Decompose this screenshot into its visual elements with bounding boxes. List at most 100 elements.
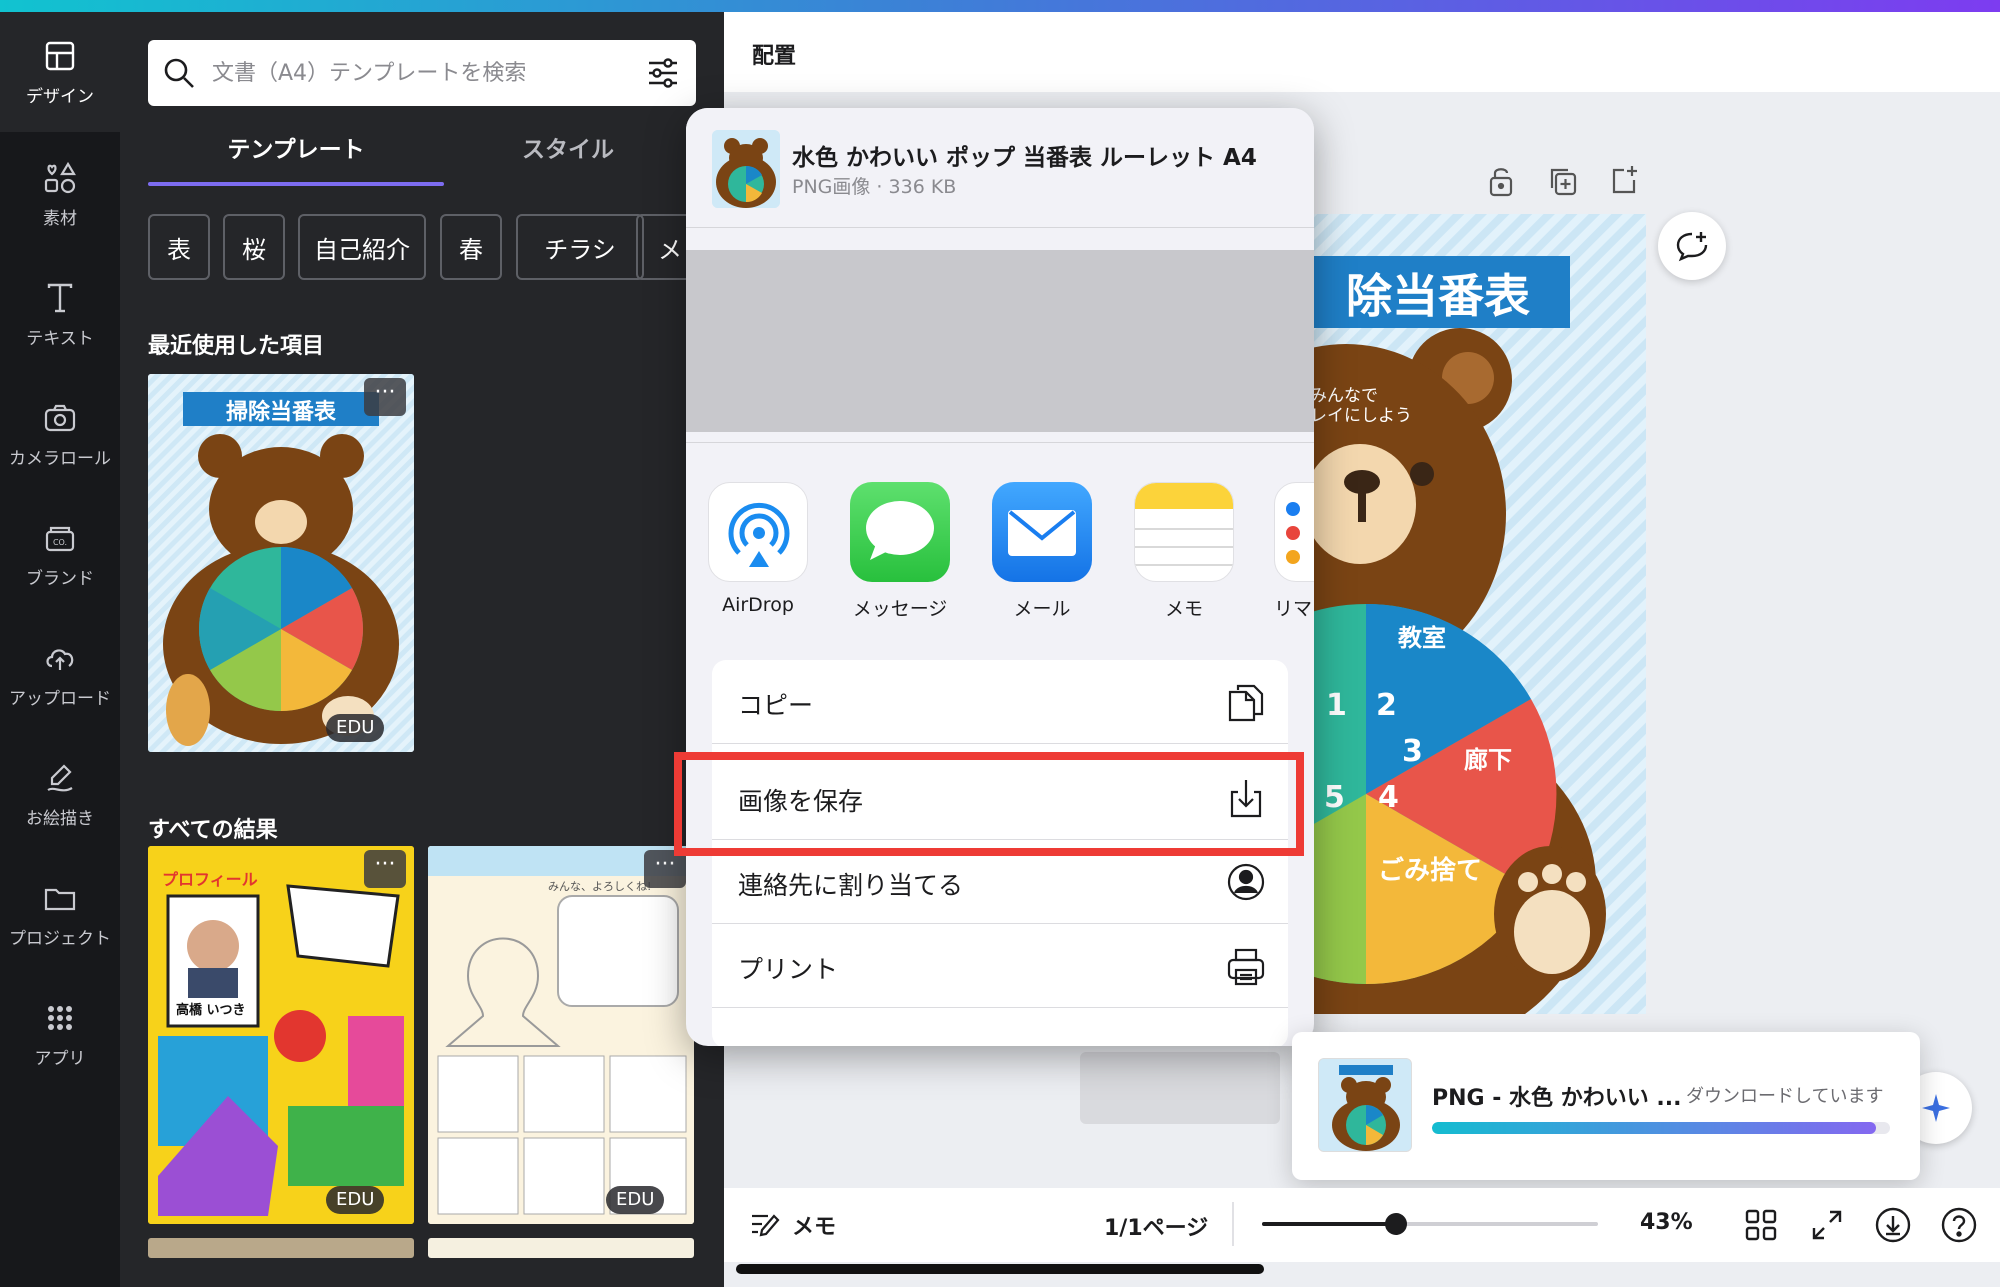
apps-grid-icon bbox=[48, 1005, 72, 1030]
action-label: コピー bbox=[738, 691, 814, 720]
design-bubble-text: みんなで レイにしよう bbox=[1310, 386, 1412, 426]
segment-label: 3 bbox=[1402, 734, 1423, 769]
result-template-thumbnail[interactable]: みんな、よろしくね! ··· EDU bbox=[428, 846, 694, 1224]
zoom-slider-knob[interactable] bbox=[1385, 1213, 1408, 1235]
more-options-button[interactable]: ··· bbox=[364, 850, 406, 888]
memo-button[interactable]: メモ bbox=[748, 1208, 836, 1242]
rail-item-design[interactable]: デザイン bbox=[0, 22, 120, 122]
zoom-value[interactable]: 43% bbox=[1640, 1210, 1693, 1235]
rail-item-apps[interactable]: アプリ bbox=[0, 984, 120, 1084]
share-app-reminders[interactable]: リマ bbox=[1274, 482, 1314, 621]
rail-item-uploads[interactable]: アップロード bbox=[0, 624, 120, 724]
upload-cloud-icon bbox=[46, 648, 74, 670]
tab-templates[interactable]: テンプレート bbox=[148, 130, 444, 190]
help-icon[interactable] bbox=[1940, 1206, 1978, 1244]
design-page[interactable]: 除当番表 みんなで レイにしよう 教室 1 2 3 廊下 4 5 ごみ捨て bbox=[1306, 214, 1646, 1014]
airdrop-icon bbox=[708, 482, 808, 582]
arrange-label[interactable]: 配置 bbox=[752, 38, 796, 70]
rail-label: アップロード bbox=[9, 688, 111, 709]
download-thumbnail bbox=[1318, 1058, 1412, 1152]
download-progress-fill bbox=[1432, 1122, 1877, 1134]
chip-filter[interactable]: 表 bbox=[148, 214, 210, 280]
tab-styles[interactable]: スタイル bbox=[420, 130, 716, 190]
rail-item-text[interactable]: テキスト bbox=[0, 264, 120, 364]
copy-icon bbox=[1228, 684, 1264, 722]
bear-roulette-design bbox=[1306, 214, 1646, 1014]
result-template-thumbnail[interactable]: プロフィール 高橋 いつき ··· EDU bbox=[148, 846, 414, 1224]
profile-template-illustration bbox=[148, 846, 414, 1224]
chip-filter[interactable]: チラシ bbox=[516, 214, 644, 280]
search-icon bbox=[164, 58, 194, 88]
rail-item-elements[interactable]: 素材 bbox=[0, 144, 120, 244]
rail-label: テキスト bbox=[26, 328, 94, 349]
share-app-notes[interactable]: メモ bbox=[1132, 482, 1236, 621]
action-print[interactable]: プリント bbox=[712, 924, 1288, 1008]
chip-filter[interactable]: 桜 bbox=[223, 214, 285, 280]
unlock-icon[interactable] bbox=[1486, 164, 1516, 198]
notes-icon bbox=[1134, 482, 1234, 582]
share-app-airdrop[interactable]: AirDrop bbox=[706, 482, 810, 616]
svg-text:CO.: CO. bbox=[53, 538, 67, 547]
download-icon[interactable] bbox=[1874, 1206, 1912, 1244]
zoom-slider[interactable] bbox=[1262, 1213, 1598, 1235]
shapes-icon bbox=[44, 161, 76, 193]
tab-underline bbox=[148, 182, 444, 186]
result-template-thumbnail[interactable] bbox=[148, 1238, 414, 1258]
divider bbox=[686, 442, 1314, 443]
rail-item-projects[interactable]: プロジェクト bbox=[0, 864, 120, 964]
share-file-title: 水色 かわいい ポップ 当番表 ルーレット A4 bbox=[792, 145, 1257, 171]
rail-label: プロジェクト bbox=[9, 928, 111, 949]
comment-plus-icon bbox=[1676, 232, 1708, 262]
chip-filter[interactable]: 春 bbox=[440, 214, 502, 280]
search-bar[interactable] bbox=[148, 40, 696, 106]
add-comment-button[interactable] bbox=[1658, 212, 1726, 280]
filter-icon[interactable] bbox=[644, 54, 682, 92]
home-indicator bbox=[736, 1264, 1264, 1274]
action-copy[interactable]: コピー bbox=[712, 660, 1288, 744]
share-file-meta: PNG画像 · 336 KB bbox=[792, 176, 957, 198]
bottom-bar: メモ 1/1ページ 43% bbox=[724, 1188, 2000, 1262]
rail-label: お絵描き bbox=[26, 808, 94, 829]
share-sheet: 水色 かわいい ポップ 当番表 ルーレット A4 PNG画像 · 336 KB … bbox=[686, 108, 1314, 1046]
reminders-icon bbox=[1274, 482, 1314, 582]
text-icon bbox=[47, 283, 73, 312]
share-app-messages[interactable]: メッセージ bbox=[848, 482, 952, 621]
rail-item-camera-roll[interactable]: カメラロール bbox=[0, 384, 120, 484]
thumbnail-text: プロフィール bbox=[162, 870, 258, 889]
left-rail: デザイン 素材 テキスト カメラロール CO. ブランド アップロード お絵描き… bbox=[0, 12, 120, 1287]
canvas-dimmed-control bbox=[1080, 1052, 1280, 1124]
printer-icon bbox=[1227, 948, 1265, 986]
self-intro-template-illustration bbox=[428, 846, 694, 1224]
arrange-toolbar: 配置 bbox=[724, 12, 2000, 92]
page-indicator[interactable]: 1/1ページ bbox=[1104, 1210, 1208, 1242]
share-app-mail[interactable]: メール bbox=[990, 482, 1094, 621]
segment-label: 2 bbox=[1376, 688, 1397, 723]
grid-view-icon[interactable] bbox=[1742, 1206, 1780, 1244]
action-more[interactable] bbox=[712, 1008, 1288, 1046]
duplicate-page-icon[interactable] bbox=[1546, 164, 1578, 198]
edu-badge: EDU bbox=[326, 1186, 385, 1214]
rail-item-brand[interactable]: CO. ブランド bbox=[0, 504, 120, 604]
segment-label: 教室 bbox=[1398, 624, 1446, 652]
edu-badge: EDU bbox=[606, 1186, 665, 1214]
design-title: 除当番表 bbox=[1346, 269, 1530, 323]
chip-filter[interactable]: 自己紹介 bbox=[298, 214, 426, 280]
template-panel: テンプレート スタイル 表 桜 自己紹介 春 チラシ メ 最近使用した項目 掃除… bbox=[120, 12, 724, 1287]
share-app-label: リマ bbox=[1274, 598, 1313, 620]
memo-label: メモ bbox=[792, 1215, 837, 1240]
rail-label: ブランド bbox=[26, 568, 94, 589]
segment-label: ごみ捨て bbox=[1378, 856, 1483, 886]
rail-label: カメラロール bbox=[9, 448, 111, 469]
result-template-thumbnail[interactable] bbox=[428, 1238, 694, 1258]
download-toast: PNG - 水色 かわいい ... ダウンロードしています bbox=[1292, 1032, 1920, 1180]
camera-icon bbox=[44, 404, 76, 431]
search-input[interactable] bbox=[212, 60, 612, 86]
rail-item-draw[interactable]: お絵描き bbox=[0, 744, 120, 844]
recent-template-thumbnail[interactable]: 掃除当番表 ··· EDU bbox=[148, 374, 414, 752]
thumbnail-title: 掃除当番表 bbox=[225, 400, 336, 425]
segment-label: 5 bbox=[1324, 780, 1345, 815]
add-page-icon[interactable] bbox=[1608, 162, 1640, 198]
edu-badge: EDU bbox=[326, 714, 385, 742]
more-options-button[interactable]: ··· bbox=[364, 378, 406, 416]
fullscreen-icon[interactable] bbox=[1808, 1206, 1846, 1244]
